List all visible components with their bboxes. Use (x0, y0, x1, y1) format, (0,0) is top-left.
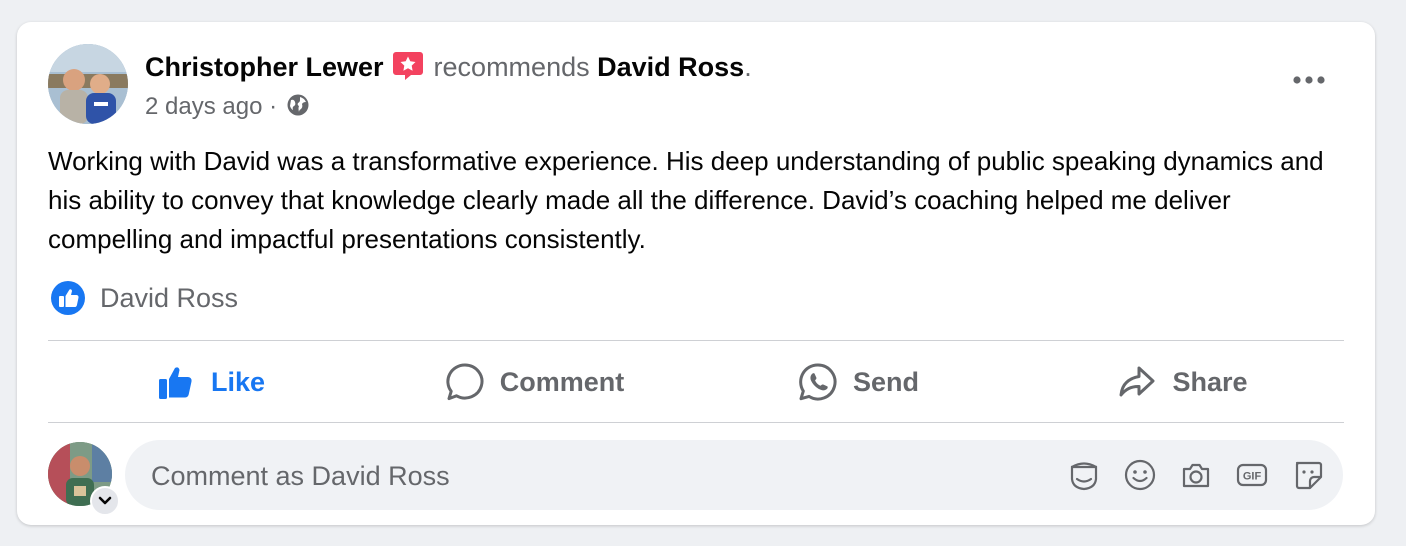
comment-composer: GIF (125, 440, 1343, 512)
comment-icon (446, 363, 484, 401)
like-reaction-icon (51, 281, 85, 315)
comment-input[interactable] (149, 440, 1033, 512)
share-label: Share (1172, 366, 1248, 397)
camera-icon[interactable] (1179, 458, 1213, 492)
emoji-icon[interactable] (1123, 458, 1157, 492)
sticker-icon[interactable] (1291, 458, 1325, 492)
send-button[interactable]: Send (696, 342, 1020, 422)
reaction-summary[interactable]: David Ross (50, 279, 238, 317)
thumbs-up-icon (158, 367, 192, 399)
post-meta: 2 days ago · (145, 92, 310, 122)
like-button[interactable]: Like (48, 342, 372, 422)
chevron-down-icon[interactable] (90, 486, 120, 516)
header-punctuation: . (744, 52, 752, 82)
action-bar: Like Comment Send Share (48, 342, 1344, 422)
send-label: Send (852, 366, 919, 397)
recommended-page-name[interactable]: David Ross (597, 52, 744, 82)
whatsapp-send-icon (799, 363, 837, 401)
post-header: Christopher Lewer recommends David Ross. (145, 49, 752, 84)
avatar-sticker-icon[interactable] (1067, 458, 1101, 492)
more-options-icon[interactable] (1289, 70, 1329, 90)
author-name[interactable]: Christopher Lewer (145, 52, 384, 82)
divider-bottom (48, 422, 1344, 423)
recommendation-star-icon (392, 52, 423, 80)
share-arrow-icon (1119, 366, 1155, 397)
globe-icon[interactable] (286, 93, 310, 117)
reaction-names: David Ross (100, 282, 239, 313)
post-text: Working with David was a transformative … (48, 146, 1324, 254)
post-card: Christopher Lewer recommends David Ross.… (17, 22, 1375, 525)
gif-icon[interactable]: GIF (1235, 458, 1269, 492)
author-avatar[interactable] (48, 44, 128, 124)
like-label: Like (210, 366, 266, 397)
post-timestamp[interactable]: 2 days ago (145, 93, 262, 120)
meta-separator: · (269, 93, 278, 120)
share-button[interactable]: Share (1020, 342, 1344, 422)
svg-text:GIF: GIF (1243, 471, 1262, 483)
divider-top (48, 340, 1344, 341)
comment-label: Comment (499, 366, 625, 397)
recommends-label: recommends (433, 52, 590, 82)
comment-button[interactable]: Comment (372, 342, 696, 422)
